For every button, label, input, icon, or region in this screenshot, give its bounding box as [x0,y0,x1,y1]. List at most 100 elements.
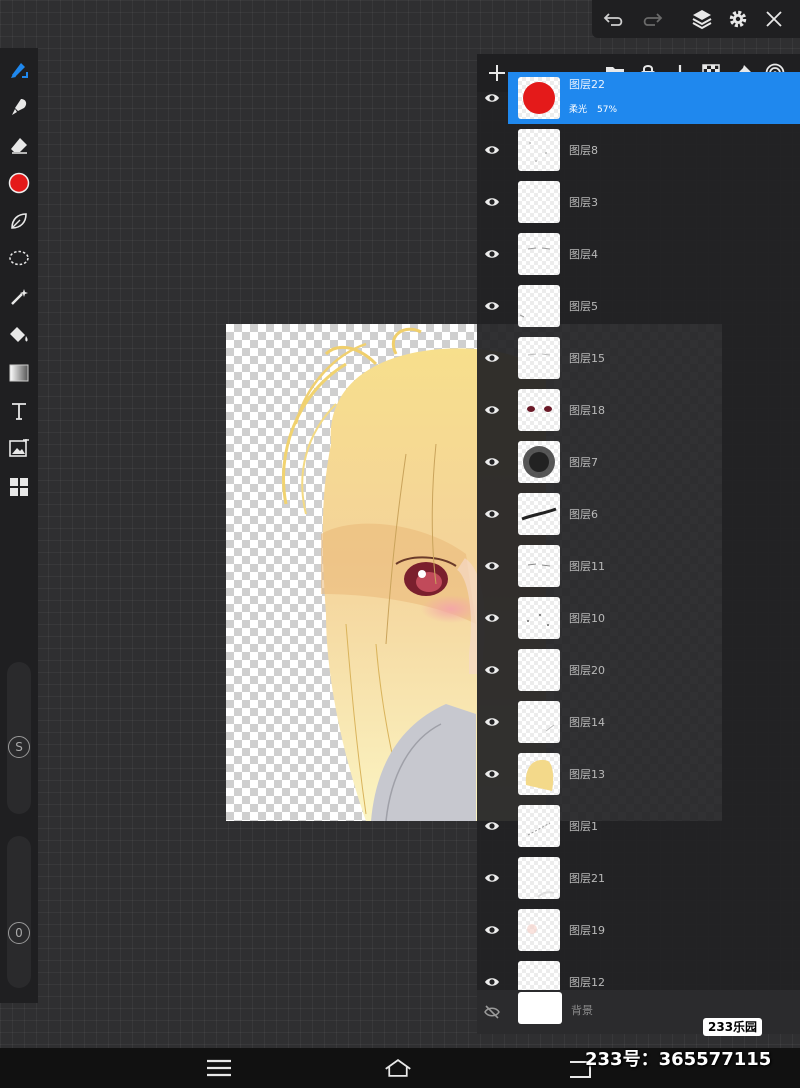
image-tool[interactable] [0,432,38,466]
brush-pen-icon [11,63,28,78]
brush-size-knob[interactable]: S [8,736,30,758]
layer-name: 图层18 [569,404,605,417]
layer-visibility-toggle[interactable] [477,436,507,488]
layer-visibility-toggle[interactable] [477,852,507,904]
undo-button[interactable] [602,7,626,31]
layer-row[interactable]: 图层1 [508,800,800,852]
top-bar [592,0,800,38]
eye-icon [485,94,499,102]
brush-tool[interactable] [0,52,38,86]
eye-hidden-icon [484,1005,500,1019]
brush-opacity-slider[interactable]: 0 [7,836,31,988]
undo-icon [603,13,623,26]
eye-icon [485,458,499,466]
layer-blend-mode: 柔光 [569,105,588,115]
layer-thumbnail [518,545,560,587]
layer-row[interactable]: 图层6 [508,488,800,540]
leaf-tool[interactable] [0,204,38,238]
layer-visibility-toggle[interactable] [477,800,507,852]
layer-thumbnail [518,337,560,379]
magic-wand-tool[interactable] [0,280,38,314]
panels-tool[interactable] [0,470,38,504]
layer-row-selected[interactable]: 图层22 柔光 57% [508,72,800,124]
lasso-tool[interactable] [0,242,38,276]
layer-row[interactable]: 图层7 [508,436,800,488]
layer-visibility-toggle[interactable] [477,280,507,332]
layer-visibility-toggle[interactable] [477,72,507,124]
eye-icon [485,302,499,310]
layer-visibility-toggle[interactable] [477,748,507,800]
layer-row[interactable]: 图层20 [508,644,800,696]
layer-name: 图层7 [569,456,598,469]
layer-visibility-toggle[interactable] [477,488,507,540]
lasso-icon [9,250,29,266]
brush-opacity-knob[interactable]: 0 [8,922,30,944]
redo-button[interactable] [640,7,664,31]
eye-icon [485,198,499,206]
eye-icon [485,822,499,830]
layer-visibility-toggle[interactable] [477,986,507,1034]
text-icon [12,403,26,420]
layer-row[interactable]: 图层3 [508,176,800,228]
grid-panels-icon [10,478,28,496]
layer-thumbnail [518,992,562,1024]
close-button[interactable] [762,7,786,31]
layer-name: 图层12 [569,976,605,989]
gradient-icon [9,364,29,382]
layer-row[interactable]: 图层19 [508,904,800,956]
layer-visibility-toggle[interactable] [477,124,507,176]
layer-name: 图层1 [569,820,598,833]
layer-row[interactable]: 图层11 [508,540,800,592]
layer-visibility-toggle[interactable] [477,696,507,748]
layer-name: 图层13 [569,768,605,781]
eye-icon [485,666,499,674]
layer-name: 图层5 [569,300,598,313]
layer-row[interactable]: 图层5 [508,280,800,332]
eye-icon [485,614,499,622]
layer-thumbnail [518,701,560,743]
image-icon [9,439,29,457]
layer-visibility-toggle[interactable] [477,540,507,592]
layer-thumbnail [518,285,560,327]
text-tool[interactable] [0,394,38,428]
layer-row[interactable]: 图层4 [508,228,800,280]
layer-thumbnail [518,805,560,847]
layer-thumbnail [518,753,560,795]
watermark-text: 233号：365577115 [585,1049,772,1070]
layer-row[interactable]: 图层13 [508,748,800,800]
gradient-tool[interactable] [0,356,38,390]
eraser-tool[interactable] [0,128,38,162]
layer-row[interactable]: 图层8 [508,124,800,176]
layers-button[interactable] [690,7,714,31]
settings-button[interactable] [726,7,750,31]
layer-visibility-toggle[interactable] [477,384,507,436]
layer-visibility-toggle[interactable] [477,904,507,956]
layer-row[interactable]: 图层15 [508,332,800,384]
eye-icon [485,770,499,778]
fill-tool[interactable] [0,318,38,352]
paint-bucket-icon [10,327,28,342]
eye-icon [485,146,499,154]
layer-thumbnail [518,441,560,483]
layer-row[interactable]: 图层10 [508,592,800,644]
eye-icon [485,562,499,570]
layer-name: 图层3 [569,196,598,209]
menu-button[interactable] [205,1056,233,1080]
close-icon [766,11,782,27]
layer-row[interactable]: 图层14 [508,696,800,748]
brush-size-slider[interactable]: S [7,662,31,814]
layer-thumbnail [518,181,560,223]
layer-visibility-toggle[interactable] [477,592,507,644]
layer-visibility-toggle[interactable] [477,332,507,384]
home-button[interactable] [384,1056,412,1080]
eye-icon [485,926,499,934]
layer-row[interactable]: 图层18 [508,384,800,436]
layer-visibility-toggle[interactable] [477,644,507,696]
layer-name: 图层22 [569,78,605,91]
color-picker[interactable] [0,166,38,200]
layer-row[interactable]: 图层21 [508,852,800,904]
layer-visibility-toggle[interactable] [477,228,507,280]
layer-visibility-toggle[interactable] [477,176,507,228]
smudge-tool[interactable] [0,90,38,124]
gear-icon [729,10,747,28]
